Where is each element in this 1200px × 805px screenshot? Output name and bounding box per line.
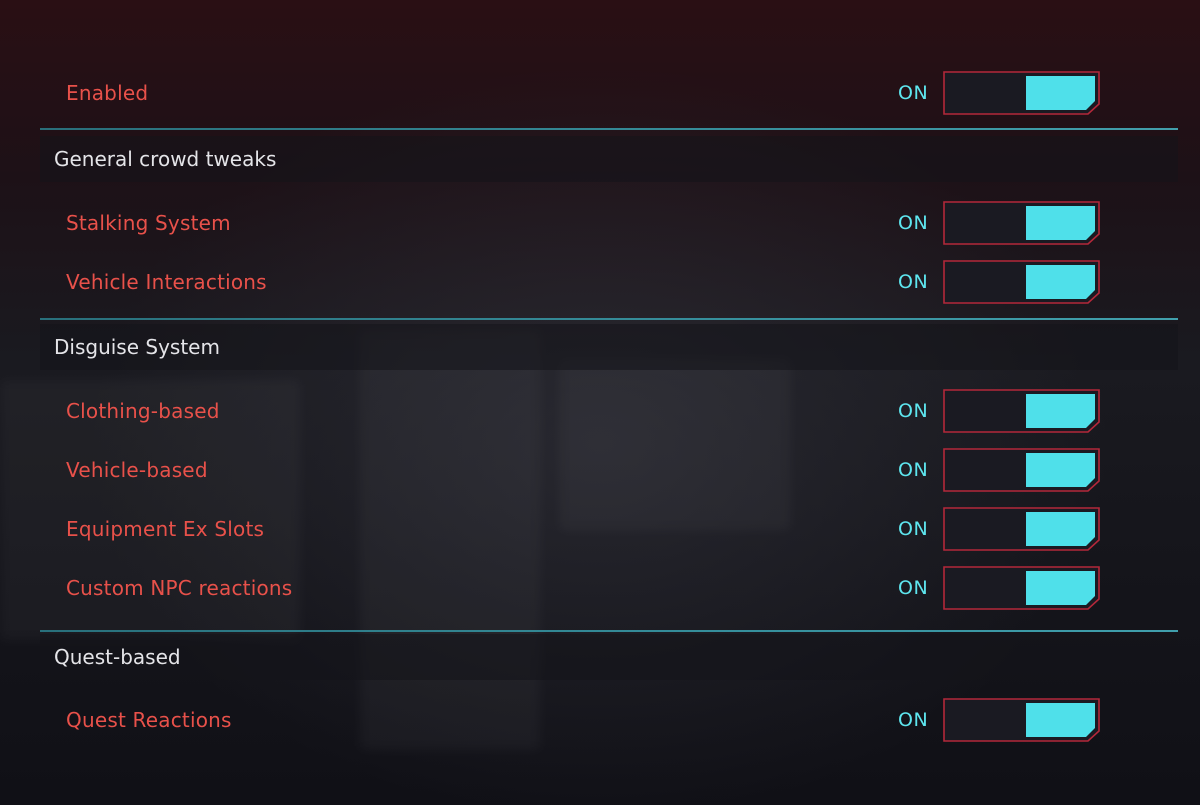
- setting-state: ON: [898, 518, 929, 540]
- setting-label: Vehicle-based: [66, 458, 208, 482]
- setting-row-clothing-based: Clothing-based ON: [40, 388, 1175, 434]
- section-separator: [40, 128, 1178, 130]
- setting-label: Enabled: [66, 81, 149, 105]
- section-header-general: General crowd tweaks: [40, 136, 1178, 182]
- section-separator: [40, 318, 1178, 320]
- setting-label: Custom NPC reactions: [66, 576, 293, 600]
- setting-state: ON: [898, 212, 929, 234]
- setting-state: ON: [898, 400, 929, 422]
- setting-state: ON: [898, 709, 929, 731]
- background-blur: [560, 360, 790, 530]
- setting-state: ON: [898, 459, 929, 481]
- setting-row-quest-reactions: Quest Reactions ON: [40, 697, 1175, 743]
- section-title: Quest-based: [54, 645, 181, 669]
- toggle-switch[interactable]: [943, 260, 1100, 304]
- setting-state: ON: [898, 271, 929, 293]
- toggle-switch[interactable]: [943, 389, 1100, 433]
- toggle-switch[interactable]: [943, 566, 1100, 610]
- section-title: General crowd tweaks: [54, 147, 277, 171]
- settings-screen: Enabled ON General crowd tweaks Stalking…: [0, 0, 1200, 805]
- setting-row-vehicle-interactions: Vehicle Interactions ON: [40, 259, 1175, 305]
- setting-row-custom-npc-reactions: Custom NPC reactions ON: [40, 565, 1175, 611]
- setting-row-stalking-system: Stalking System ON: [40, 200, 1175, 246]
- section-header-quest: Quest-based: [40, 634, 1178, 680]
- toggle-switch[interactable]: [943, 698, 1100, 742]
- setting-label: Vehicle Interactions: [66, 270, 267, 294]
- section-header-disguise: Disguise System: [40, 324, 1178, 370]
- setting-state: ON: [898, 82, 929, 104]
- toggle-switch[interactable]: [943, 201, 1100, 245]
- setting-label: Quest Reactions: [66, 708, 232, 732]
- section-title: Disguise System: [54, 335, 220, 359]
- setting-state: ON: [898, 577, 929, 599]
- setting-label: Equipment Ex Slots: [66, 517, 265, 541]
- setting-label: Clothing-based: [66, 399, 220, 423]
- setting-label: Stalking System: [66, 211, 231, 235]
- setting-row-enabled: Enabled ON: [40, 70, 1175, 116]
- setting-row-vehicle-based: Vehicle-based ON: [40, 447, 1175, 493]
- section-separator: [40, 630, 1178, 632]
- toggle-switch[interactable]: [943, 448, 1100, 492]
- toggle-switch[interactable]: [943, 71, 1100, 115]
- setting-row-equipment-ex-slots: Equipment Ex Slots ON: [40, 506, 1175, 552]
- toggle-switch[interactable]: [943, 507, 1100, 551]
